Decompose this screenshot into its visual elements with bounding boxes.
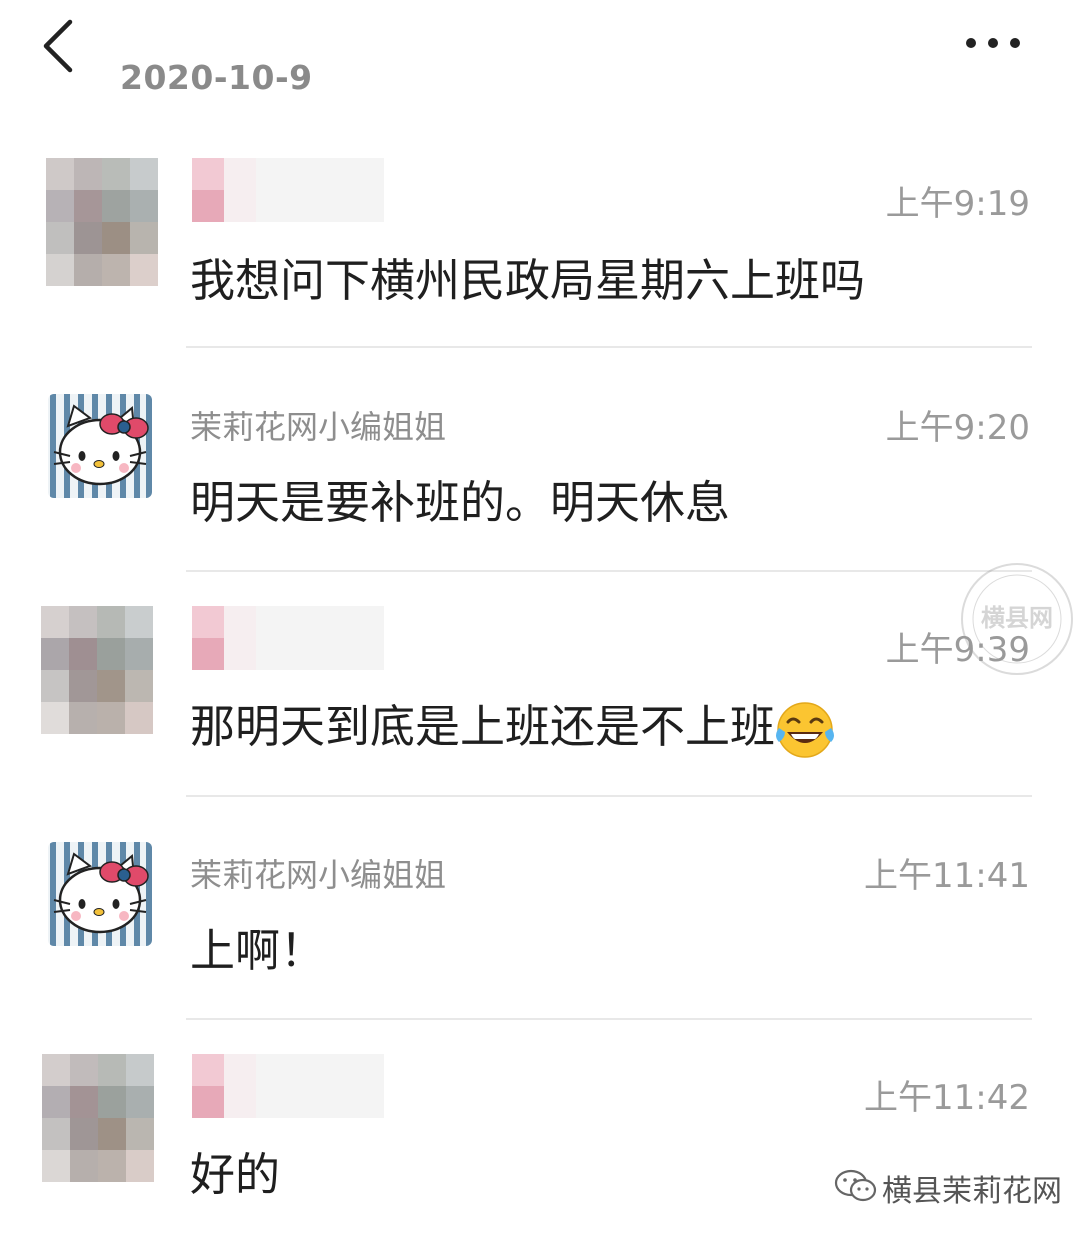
divider xyxy=(186,1018,1032,1020)
message-text: 明天是要补班的。明天休息 xyxy=(190,476,731,529)
message-text: 那明天到底是上班还是不上班 xyxy=(190,690,837,762)
blurred-avatar[interactable] xyxy=(36,606,158,734)
message-time: 上午9:20 xyxy=(885,408,1030,448)
blurred-name xyxy=(192,158,384,222)
hello-kitty-avatar[interactable] xyxy=(48,394,152,498)
wechat-icon xyxy=(834,1169,877,1202)
divider xyxy=(186,570,1032,572)
message-text-content: 那明天到底是上班还是不上班 xyxy=(190,700,776,753)
conversation-date: 2020-10-9 xyxy=(120,58,313,97)
message-time: 上午9:19 xyxy=(885,184,1030,224)
message-text: 好的 xyxy=(190,1148,281,1201)
sender-name: 茉莉花网小编姐姐 xyxy=(190,408,447,446)
message-time: 上午11:41 xyxy=(864,856,1030,896)
hello-kitty-avatar[interactable] xyxy=(48,842,152,946)
message-text: 我想问下横州民政局星期六上班吗 xyxy=(190,254,866,307)
blurred-avatar[interactable] xyxy=(46,158,158,286)
blurred-name xyxy=(192,606,384,670)
top-bar: 2020-10-9 xyxy=(0,0,1080,120)
message-text: 上啊！ xyxy=(190,924,326,977)
watermark-text: 横县网 xyxy=(981,604,1053,632)
footer-account-name: 横县茉莉花网 xyxy=(882,1174,1062,1209)
laughing-tears-emoji xyxy=(776,702,835,758)
divider xyxy=(186,346,1032,348)
blurred-avatar[interactable] xyxy=(38,1054,158,1182)
watermark-seal: 横县网 xyxy=(961,563,1073,675)
chevron-left-icon[interactable] xyxy=(40,18,80,74)
more-dots-icon[interactable] xyxy=(962,34,1024,52)
blurred-name xyxy=(192,1054,384,1118)
sender-name: 茉莉花网小编姐姐 xyxy=(190,856,447,894)
message-time: 上午11:42 xyxy=(864,1078,1030,1118)
divider xyxy=(186,795,1032,797)
